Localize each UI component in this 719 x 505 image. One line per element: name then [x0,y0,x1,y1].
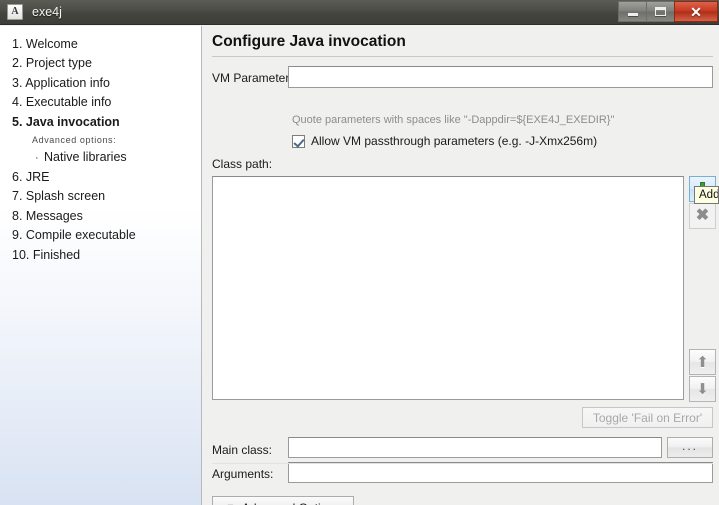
bullet-icon: · [35,152,39,165]
allow-passthrough-label: Allow VM passthrough parameters (e.g. -J… [311,134,598,148]
advanced-options-label: Advanced Options [242,501,340,505]
sidebar-item-executable-info[interactable]: 4. Executable info [9,93,201,112]
arrow-up-icon: ⬆ [696,353,709,371]
class-path-label: Class path: [212,157,273,171]
move-up-button[interactable]: ⬆ [689,349,716,375]
vm-parameters-label: VM Parameters: [212,71,299,85]
add-tooltip: Add [694,186,719,204]
vm-parameters-input[interactable] [288,66,713,88]
window-title: exe4j [32,5,62,19]
main-class-browse-button[interactable]: ... [667,437,713,458]
move-down-button[interactable]: ⬇ [689,376,716,402]
sidebar-item-project-type[interactable]: 2. Project type [9,54,201,73]
page-title: Configure Java invocation [212,33,406,50]
minimize-icon [627,13,638,16]
sidebar-item-finished[interactable]: 10. Finished [9,246,201,265]
main-class-input[interactable] [288,437,662,458]
sidebar-item-compile-executable[interactable]: 9. Compile executable [9,226,201,245]
sidebar-item-native-libraries-label: Native libraries [44,150,127,165]
remove-classpath-button[interactable]: ✖ [689,203,716,229]
sidebar-item-welcome[interactable]: 1. Welcome [9,35,201,54]
sidebar-section-advanced-options: Advanced options: [32,135,117,146]
arguments-label: Arguments: [212,467,274,481]
content-pane: Configure Java invocation VM Parameters:… [203,26,719,505]
arguments-input[interactable] [288,462,713,483]
sidebar-item-java-invocation[interactable]: 5. Java invocation [9,113,201,132]
sidebar-item-messages[interactable]: 8. Messages [9,207,201,226]
title-divider [212,56,713,57]
allow-passthrough-checkbox[interactable] [292,134,305,148]
maximize-button[interactable] [646,1,674,22]
close-button[interactable]: ✕ [674,1,718,22]
vm-parameters-hint: Quote parameters with spaces like "-Dapp… [292,114,615,126]
sidebar-item-splash-screen[interactable]: 7. Splash screen [9,187,201,206]
minimize-button[interactable] [618,1,646,22]
exe4j-window: A exe4j ✕ 1. Welcome 2. Project type 3. … [0,0,719,505]
class-path-listbox[interactable] [212,176,684,400]
sidebar: 1. Welcome 2. Project type 3. Applicatio… [0,26,202,505]
allow-passthrough-row[interactable]: Allow VM passthrough parameters (e.g. -J… [292,134,597,148]
window-controls: ✕ [618,1,718,22]
sidebar-item-jre[interactable]: 6. JRE [9,168,201,187]
arrow-down-icon: ⬇ [696,380,709,398]
title-bar[interactable]: A exe4j ✕ [0,0,719,25]
sidebar-item-native-libraries[interactable]: · Native libraries [9,148,201,168]
faint-divider [212,463,713,464]
sidebar-item-application-info[interactable]: 3. Application info [9,74,201,93]
toggle-fail-on-error-button[interactable]: Toggle 'Fail on Error' [582,407,713,428]
remove-icon: ✖ [695,207,710,224]
sidebar-nav: 1. Welcome 2. Project type 3. Applicatio… [0,26,201,265]
main-class-browse-label: ... [681,438,698,453]
maximize-icon [655,7,666,16]
advanced-options-button[interactable]: ▼ Advanced Options [212,496,354,505]
app-icon: A [7,4,23,20]
main-class-label: Main class: [212,443,273,457]
close-icon: ✕ [690,3,702,20]
